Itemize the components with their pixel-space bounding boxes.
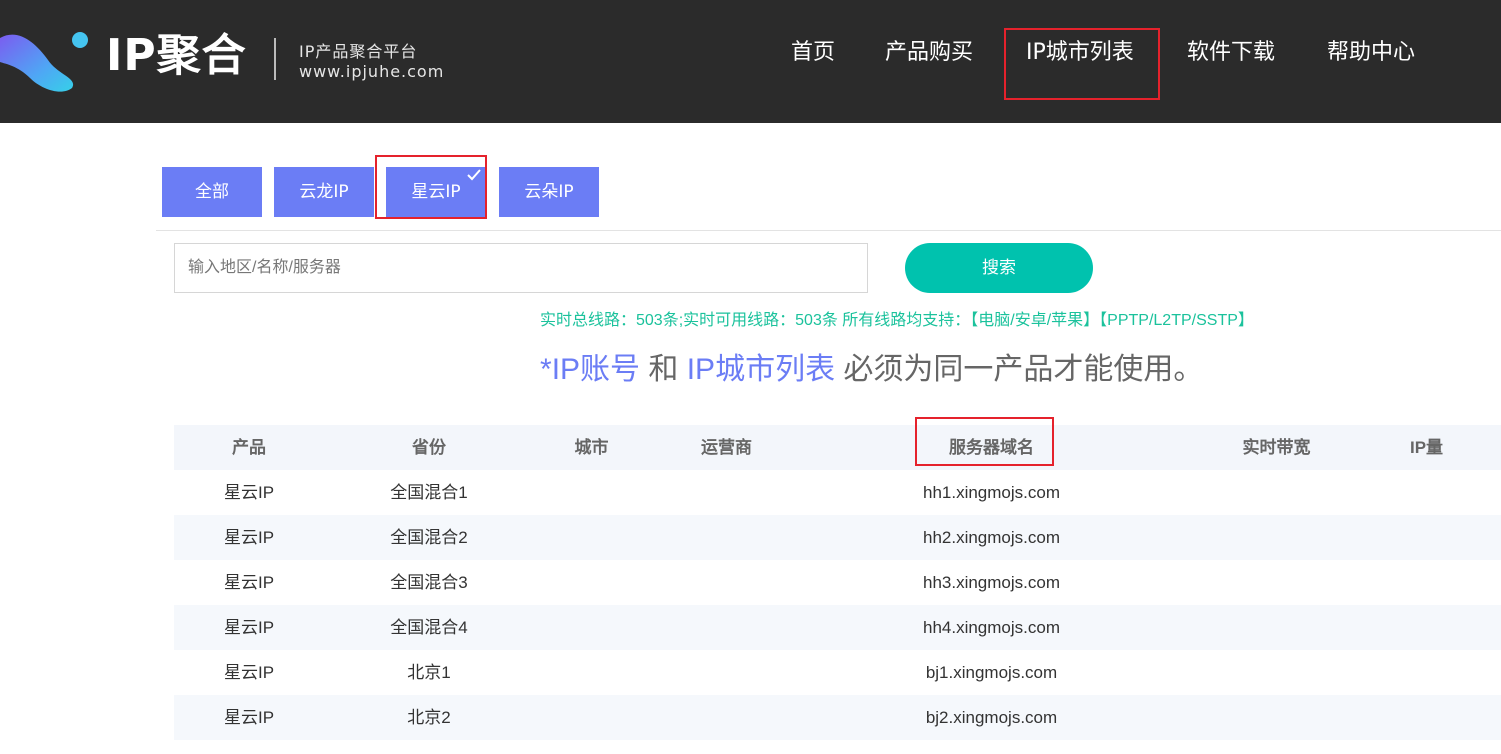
table-row: 星云IP 全国混合1 hh1.xingmojs.com [174,470,1501,515]
cell-bandwidth [1214,605,1339,650]
th-ip-count: IP量 [1409,438,1444,457]
cell-isp [664,695,789,740]
cell-ip-count [1364,470,1489,515]
cell-province: 全国混合1 [390,483,468,502]
cell-ip-count [1364,560,1489,605]
logo-url: www.ipjuhe.com [299,62,445,81]
cell-product: 星云IP [223,528,275,547]
logo-blob-icon [0,32,88,92]
cell-product: 星云IP [223,573,275,592]
cell-city [529,650,654,695]
cell-city [529,605,654,650]
filter-all-button[interactable]: 全部 [162,167,262,217]
table-header-row: 产品 省份 城市 运营商 服务器域名 实时带宽 IP量 [174,425,1501,470]
search-button[interactable]: 搜索 [905,243,1093,293]
product-notice: *IP账号 和 IP城市列表 必须为同一产品才能使用。 [540,344,1203,388]
notice-prefix: * [540,353,552,386]
cell-bandwidth [1214,515,1339,560]
table-row: 星云IP 全国混合4 hh4.xingmojs.com [174,605,1501,650]
cell-city [529,695,654,740]
cell-product: 星云IP [223,708,275,727]
notice-ip-account-link: IP账号 [551,353,641,386]
notice-suffix: 必须为同一产品才能使用。 [835,353,1204,386]
city-table: 产品 省份 城市 运营商 服务器域名 实时带宽 IP量 星云IP 全国混合1 hh1… [174,425,1501,740]
filter-yunlong-button[interactable]: 云龙IP [274,167,374,217]
cell-domain: bj2.xingmojs.com [925,708,1058,727]
cell-ip-count [1364,695,1489,740]
nav-home[interactable]: 首页 [791,38,835,68]
cell-province: 北京1 [407,663,451,682]
cell-bandwidth [1214,470,1339,515]
cell-domain: hh1.xingmojs.com [922,483,1060,502]
notice-ip-city-list-link: IP城市列表 [686,353,836,386]
cell-domain: hh3.xingmojs.com [922,573,1060,592]
nav-software-download[interactable]: 软件下载 [1187,38,1275,68]
table-row: 星云IP 全国混合2 hh2.xingmojs.com [174,515,1501,560]
notice-mid: 和 [640,353,687,386]
cell-city [529,515,654,560]
route-stats: 实时总线路：503条;实时可用线路：503条 所有线路均支持：【电脑/安卓/苹果… [540,312,1254,329]
cell-city [529,560,654,605]
logo-divider [274,38,276,80]
filter-yunduo-button[interactable]: 云朵IP [499,167,599,217]
cell-ip-count [1364,515,1489,560]
th-product: 产品 [232,438,266,457]
table-row: 星云IP 北京1 bj1.xingmojs.com [174,650,1501,695]
cell-isp [664,650,789,695]
cell-ip-count [1364,650,1489,695]
cell-domain: hh4.xingmojs.com [922,618,1060,637]
cell-province: 北京2 [407,708,451,727]
cell-province: 全国混合4 [390,618,468,637]
cell-bandwidth [1214,650,1339,695]
nav-highlight-box [1004,28,1160,100]
cell-city [529,470,654,515]
table-body: 星云IP 全国混合1 hh1.xingmojs.com 星云IP 全国混合2 hh2.xi… [174,470,1501,740]
cell-product: 星云IP [223,663,275,682]
th-isp: 运营商 [701,438,752,457]
cell-domain: hh2.xingmojs.com [922,528,1060,547]
search-input[interactable] [174,243,868,293]
cell-domain: bj1.xingmojs.com [925,663,1058,682]
cell-isp [664,470,789,515]
logo-subtitle: IP产品聚合平台 [299,42,418,61]
filter-highlight-box [375,155,487,219]
nav-buy-products[interactable]: 产品购买 [885,38,973,68]
cell-province: 全国混合2 [390,528,468,547]
cell-isp [664,605,789,650]
cell-ip-count [1364,605,1489,650]
cell-product: 星云IP [223,618,275,637]
cell-product: 星云IP [223,483,275,502]
cell-bandwidth [1214,560,1339,605]
th-city: 城市 [574,438,609,457]
th-province: 省份 [412,438,446,457]
nav-help-center[interactable]: 帮助中心 [1327,38,1415,68]
cell-isp [664,515,789,560]
site-header: IP聚合 IP产品聚合平台 www.ipjuhe.com 首页 产品购买 IP城… [0,0,1501,123]
filter-divider [156,230,1501,231]
table-row: 星云IP 北京2 bj2.xingmojs.com [174,695,1501,740]
cell-isp [664,560,789,605]
th-bandwidth: 实时带宽 [1242,438,1311,457]
cell-bandwidth [1214,695,1339,740]
cell-province: 全国混合3 [390,573,468,592]
domain-header-highlight-box [915,417,1054,466]
table-row: 星云IP 全国混合3 hh3.xingmojs.com [174,560,1501,605]
logo-text[interactable]: IP聚合 [106,28,247,84]
